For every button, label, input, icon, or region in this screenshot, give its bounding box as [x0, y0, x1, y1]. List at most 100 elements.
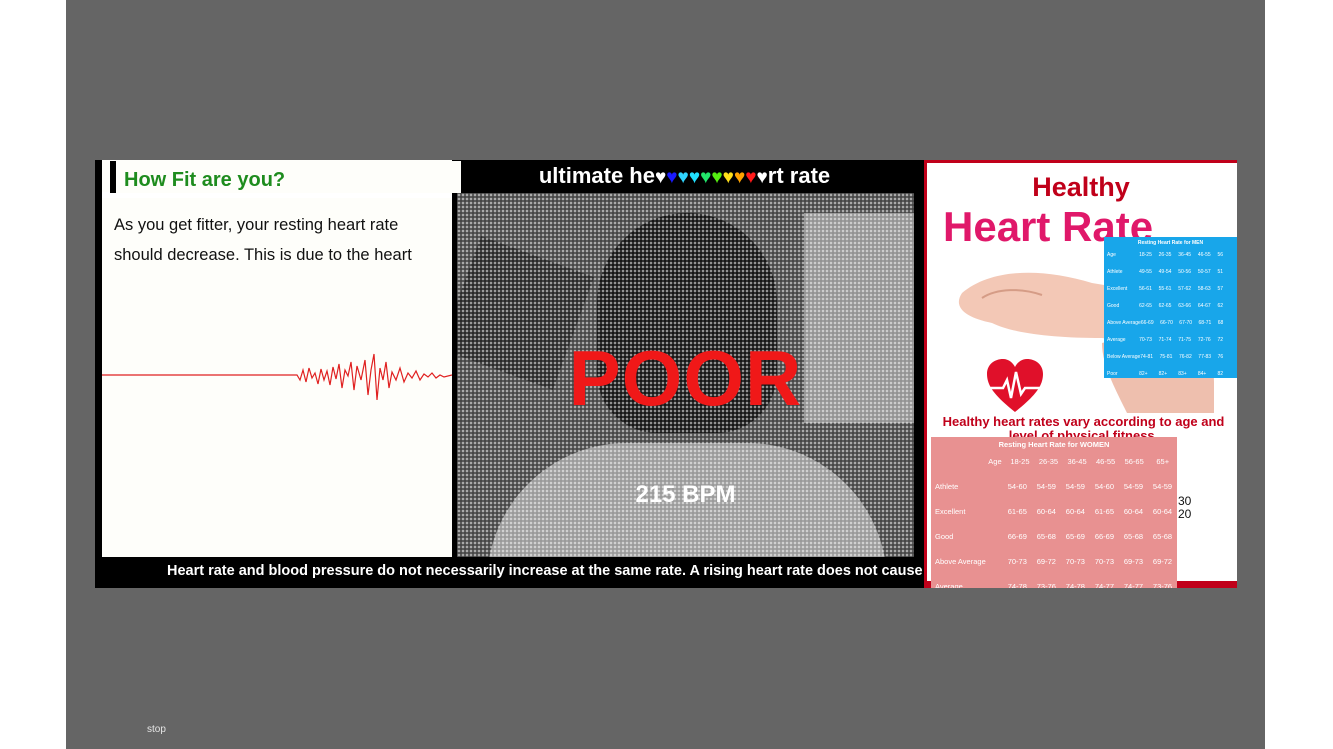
table-cell: 84+	[1197, 370, 1207, 377]
table-row: Good 62-65 62-65 63-66 64-67 62	[1104, 297, 1237, 314]
row-label: Average	[935, 582, 963, 588]
table-cell: 83+	[1178, 370, 1187, 377]
table-cell: 18-25	[1139, 251, 1152, 258]
table-cell: 56-61	[1139, 285, 1152, 292]
heart-icon: ♥	[745, 167, 757, 188]
table-cell: 65-68	[1036, 532, 1056, 541]
table-cell: 70-73	[1065, 557, 1085, 566]
table-cell: 46-55	[1197, 251, 1211, 258]
table-cell: 69-72	[1036, 557, 1056, 566]
table-row: Average 74-78 73-76 74-78 74-77 74-77 73-76	[931, 574, 1177, 588]
row-label: Age	[988, 457, 1002, 466]
table-cell: 82+	[1139, 370, 1148, 377]
table-cell: 65+	[1156, 457, 1170, 466]
table-cell: 66-69	[1094, 532, 1115, 541]
table-cell: 67-70	[1179, 319, 1193, 326]
table-cell: 26-35	[1158, 251, 1172, 258]
table-row: Athlete 54-60 54-59 54-59 54-60 54-59 54-59	[931, 474, 1177, 499]
table-cell: 60-64	[1152, 507, 1173, 516]
row-label: Poor	[1107, 370, 1118, 377]
table-row: Above Average 70-73 69-72 70-73 70-73 69-73 69…	[931, 549, 1177, 574]
fitness-status: POOR	[568, 334, 803, 422]
table-cell: 63-66	[1178, 302, 1192, 309]
men-heart-rate-table: Resting Heart Rate for MEN Age 18-25 26-35…	[1104, 237, 1237, 378]
rainbow-hearts: ♥♥♥♥♥♥♥♥♥♥	[655, 163, 768, 188]
table-row: Age 18-25 26-35 36-45 46-55 56	[1104, 246, 1237, 263]
video-title-end: rt rate	[767, 163, 831, 188]
row-label: Excellent	[935, 507, 966, 516]
table-cell: 50-56	[1178, 268, 1192, 275]
table-cell: 69-72	[1152, 557, 1173, 566]
row-label: Excellent	[1107, 285, 1128, 292]
table-cell: 54-59	[1065, 482, 1085, 491]
table-cell: 64-67	[1197, 302, 1211, 309]
women-table-title: Resting Heart Rate for WOMEN	[998, 440, 1110, 449]
table-cell: 36-45	[1067, 457, 1087, 466]
row-label: Athlete	[1107, 268, 1123, 275]
stop-link[interactable]: stop	[147, 724, 166, 735]
table-cell: 73-76	[1152, 582, 1173, 588]
table-cell: 54-59	[1036, 482, 1056, 491]
table-cell: 55-61	[1158, 285, 1172, 292]
poster-title-healthy: Healthy	[1032, 172, 1130, 202]
video-title-start: ultimate he	[538, 163, 655, 188]
table-cell: 57	[1217, 285, 1223, 292]
fitness-text-line-2: should decrease. This is due to the hear…	[114, 246, 412, 264]
men-table-rows: Age 18-25 26-35 36-45 46-55 56 Athlete 49-55 49-…	[1104, 246, 1237, 378]
row-label: Above Average	[935, 557, 986, 566]
table-cell: 70-73	[1007, 557, 1027, 566]
table-cell: 54-60	[1094, 482, 1115, 491]
table-cell: 66-69	[1140, 319, 1154, 326]
women-table-rows: Age 18-25 26-35 36-45 46-55 56-65 65+ Athlete 54…	[931, 449, 1177, 588]
table-row: Age 18-25 26-35 36-45 46-55 56-65 65+	[931, 449, 1177, 474]
table-cell: 56	[1217, 251, 1223, 258]
heart-icon: ♥	[711, 167, 723, 188]
table-cell: 46-55	[1096, 457, 1116, 466]
table-cell: 60-64	[1123, 507, 1144, 516]
heart-icon: ♥	[677, 167, 689, 188]
fitness-title: How Fit are you?	[110, 161, 461, 193]
table-cell: 76-82	[1178, 353, 1192, 360]
table-cell: 65-68	[1152, 532, 1173, 541]
heart-icon: ♥	[722, 167, 734, 188]
video-title: ultimate he♥♥♥♥♥♥♥♥♥♥rt rate	[447, 160, 922, 192]
partial-table-numbers: 30 20	[1178, 495, 1191, 521]
table-cell: 74-77	[1123, 582, 1144, 588]
table-row: Excellent 56-61 55-61 57-62 58-63 57	[1104, 280, 1237, 297]
table-cell: 66-69	[1007, 532, 1027, 541]
table-cell: 65-69	[1065, 532, 1085, 541]
table-cell: 72	[1217, 336, 1223, 343]
table-row: Average 70-73 71-74 71-75 72-76 72	[1104, 331, 1237, 348]
table-cell: 62-65	[1139, 302, 1152, 309]
table-cell: 74-78	[1007, 582, 1027, 588]
webcam-video: POOR 215 BPM	[457, 193, 914, 557]
table-cell: 73-76	[1036, 582, 1056, 588]
table-cell: 76	[1217, 353, 1224, 360]
bpm-readout: 215 BPM	[635, 481, 736, 508]
heart-icon: ♥	[756, 167, 768, 188]
table-cell: 57-62	[1178, 285, 1192, 292]
table-cell: 36-45	[1178, 251, 1192, 258]
table-cell: 49-54	[1158, 268, 1172, 275]
table-cell: 56-65	[1124, 457, 1144, 466]
table-cell: 66-70	[1160, 319, 1173, 326]
table-cell: 68	[1217, 319, 1224, 326]
row-label: Average	[1107, 336, 1126, 343]
row-label: Athlete	[935, 482, 959, 491]
fitness-info-panel: How Fit are you? As you get fitter, your…	[102, 160, 461, 557]
table-row: Excellent 61-65 60-64 60-64 61-65 60-64 60-64	[931, 499, 1177, 524]
table-cell: 69-73	[1123, 557, 1144, 566]
row-label: Good	[935, 532, 954, 541]
fitness-text: As you get fitter, your resting heart ra…	[114, 210, 449, 270]
table-row: Good 66-69 65-68 65-69 66-69 65-68 65-68	[931, 524, 1177, 549]
table-cell: 51	[1217, 268, 1223, 275]
row-label: Above Average	[1107, 319, 1141, 326]
table-cell: 18-25	[1010, 457, 1030, 466]
table-row: Athlete 49-55 49-54 50-56 50-57 51	[1104, 263, 1237, 280]
table-cell: 74-78	[1065, 582, 1085, 588]
women-heart-rate-table: Resting Heart Rate for WOMEN Age 18-25 26-…	[931, 437, 1177, 588]
table-cell: 82+	[1158, 370, 1168, 377]
ecg-line	[102, 353, 452, 401]
table-cell: 82	[1217, 370, 1223, 377]
heart-icon: ♥	[688, 167, 701, 188]
